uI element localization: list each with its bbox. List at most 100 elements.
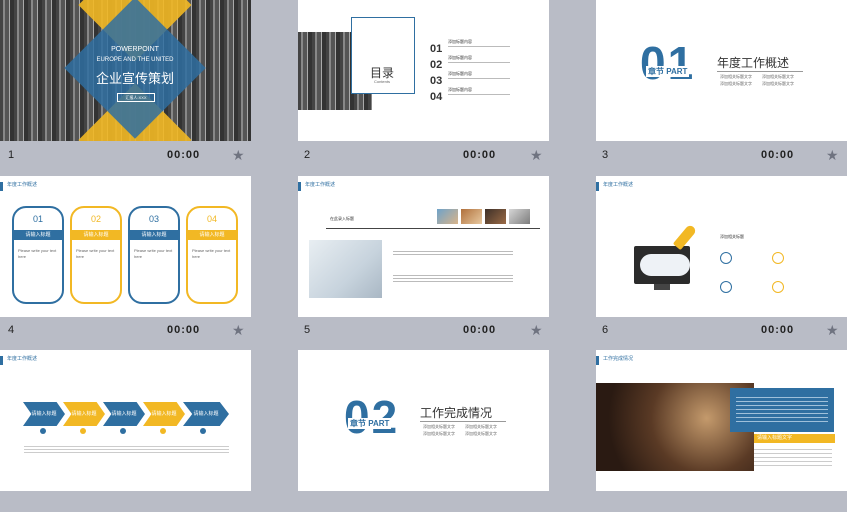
slide-header: 工作完成情况: [603, 356, 634, 362]
slide-thumbnail-9[interactable]: 工作完成情况 请输入标题文字: [596, 350, 847, 491]
divider-line: [326, 228, 540, 229]
card-text: Please write your text here: [76, 248, 115, 259]
star-icon[interactable]: ★: [826, 322, 839, 339]
title-en-1: POWERPOINT: [111, 46, 159, 53]
card-number: 01: [32, 214, 43, 224]
desk-photo: [309, 240, 382, 298]
toc-item-4[interactable]: 04 添加标题内容: [430, 87, 540, 103]
arrow-step-5: 请输入标题: [183, 402, 229, 426]
toc-item-line: [448, 62, 510, 63]
card-number: 04: [206, 214, 217, 224]
chapter-title: 工作完成情况: [420, 406, 493, 420]
card-text: Please write your text here: [134, 248, 173, 259]
cards-row: 01 请输入标题 Please write your text here 02 …: [12, 206, 242, 306]
arrow-step-3: 请输入标题: [103, 402, 145, 426]
slide-meta-5: 5 00:00 ★: [304, 322, 549, 339]
slide-header: 年度工作概述: [603, 182, 634, 188]
star-icon[interactable]: ★: [232, 147, 245, 164]
slide-thumbnail-1[interactable]: POWERPOINT EUROPE AND THE UNITED 企业宣传策划 …: [0, 0, 251, 141]
star-icon[interactable]: ★: [826, 147, 839, 164]
toc-item-number: 04: [430, 91, 443, 103]
chapter-title: 年度工作概述: [717, 56, 790, 70]
title-cn: 企业宣传策划: [95, 71, 174, 86]
card-text: Please write your text here: [192, 248, 231, 259]
slide-meta-3: 3 00:00 ★: [602, 147, 847, 164]
monitor-stand: [654, 284, 670, 290]
slide-thumbnail-8[interactable]: 02 章节 PART 工作完成情况 添加相关标题文字 添加相关标题文字 添加相关…: [298, 350, 549, 491]
chapter-bullet-3: 添加相关标题文字: [423, 431, 455, 436]
slide-timing: 00:00: [167, 149, 201, 161]
card-label: 请输入标题: [130, 230, 178, 240]
toc-item-1[interactable]: 01 添加标题内容: [430, 39, 540, 55]
step-dots: [30, 428, 230, 436]
circle-icon-1: [720, 252, 732, 264]
circle-icon-2: [772, 252, 784, 264]
chapter-bullet-1: 添加相关标题文字: [720, 74, 752, 79]
hex-card-1: 01 请输入标题 Please write your text here: [12, 206, 64, 304]
header-accent: [0, 356, 3, 365]
hex-card-2: 02 请输入标题 Please write your text here: [70, 206, 122, 304]
slide-header: 年度工作概述: [305, 182, 336, 188]
slide-thumbnail-6[interactable]: 年度工作概述 添加相关标题: [596, 176, 847, 317]
toc-subtitle: Contents: [373, 79, 390, 84]
header-accent: [298, 182, 301, 191]
toc-item-label: 添加标题内容: [448, 55, 472, 60]
toc-item-number: 02: [430, 59, 443, 71]
body-text-2: [393, 273, 513, 283]
arrow-label: 请输入标题: [71, 411, 97, 417]
photo-strip: [437, 209, 530, 224]
slide-header: 年度工作概述: [7, 182, 38, 188]
arrow-label: 请输入标题: [151, 411, 177, 417]
toc-item-label: 添加标题内容: [448, 87, 472, 92]
circle-icon-4: [772, 281, 784, 293]
star-icon[interactable]: ★: [530, 322, 543, 339]
step-text: [24, 444, 229, 454]
chapter-big-number: 02: [344, 391, 400, 443]
star-icon[interactable]: ★: [530, 147, 543, 164]
slide-thumbnail-2[interactable]: 目录 Contents 01 添加标题内容 02 添加标题内容 03 添加标题内…: [298, 0, 549, 141]
chapter-underline: [717, 71, 803, 72]
slide-number: 3: [602, 149, 609, 161]
chapter-big-number: 01: [640, 37, 696, 89]
chapter-label: 章节 PART: [646, 66, 690, 77]
slide-meta-1: 1 00:00 ★: [8, 147, 251, 164]
presenter-tag: 汇报人:XXX: [117, 93, 155, 102]
chapter-bullet-2: 添加相关标题文字: [465, 424, 497, 429]
panel-tag: 请输入标题文字: [754, 434, 835, 443]
toc-item-number: 03: [430, 75, 443, 87]
card-label: 请输入标题: [72, 230, 120, 240]
chapter-underline: [420, 421, 506, 422]
slide-number: 6: [602, 324, 609, 336]
slide-thumbnail-5[interactable]: 年度工作概述 在此录入标题: [298, 176, 549, 317]
arrow-step-4: 请输入标题: [143, 402, 185, 426]
hex-card-4: 04 请输入标题 Please write your text here: [186, 206, 238, 304]
arrow-step-2: 请输入标题: [63, 402, 105, 426]
slide-number: 5: [304, 324, 311, 336]
header-accent: [596, 182, 599, 191]
slide-timing: 00:00: [463, 149, 497, 161]
arrow-label: 请输入标题: [193, 411, 219, 417]
header-accent: [596, 356, 599, 365]
slide-number: 2: [304, 149, 311, 161]
slide-timing: 00:00: [463, 324, 497, 336]
arrow-label: 请输入标题: [111, 411, 137, 417]
toc-item-label: 添加标题内容: [448, 71, 472, 76]
panel-body-text: [754, 446, 832, 468]
cloud-icon: [640, 254, 690, 276]
slide-thumbnail-7[interactable]: 年度工作概述 请输入标题 请输入标题 请输入标题 请输入标题 请输入标题: [0, 350, 251, 491]
slide-number: 4: [8, 324, 15, 336]
title-en-2: EUROPE AND THE UNITED: [96, 57, 174, 63]
toc-item-2[interactable]: 02 添加标题内容: [430, 55, 540, 71]
star-icon[interactable]: ★: [232, 322, 245, 339]
chapter-bullet-4: 添加相关标题文字: [762, 81, 794, 86]
slide-timing: 00:00: [167, 324, 201, 336]
text-panel: [730, 388, 834, 432]
card-text: Please write your text here: [18, 248, 57, 259]
toc-item-line: [448, 94, 510, 95]
slide-thumbnail-3[interactable]: 01 章节 PART 年度工作概述 添加相关标题文字 添加相关标题文字 添加相关…: [596, 0, 847, 141]
toc-item-number: 01: [430, 43, 443, 55]
slide-timing: 00:00: [761, 324, 795, 336]
slide-thumbnail-4[interactable]: 年度工作概述 01 请输入标题 Please write your text h…: [0, 176, 251, 317]
toc-item-3[interactable]: 03 添加标题内容: [430, 71, 540, 87]
arrow-label: 请输入标题: [31, 411, 57, 417]
